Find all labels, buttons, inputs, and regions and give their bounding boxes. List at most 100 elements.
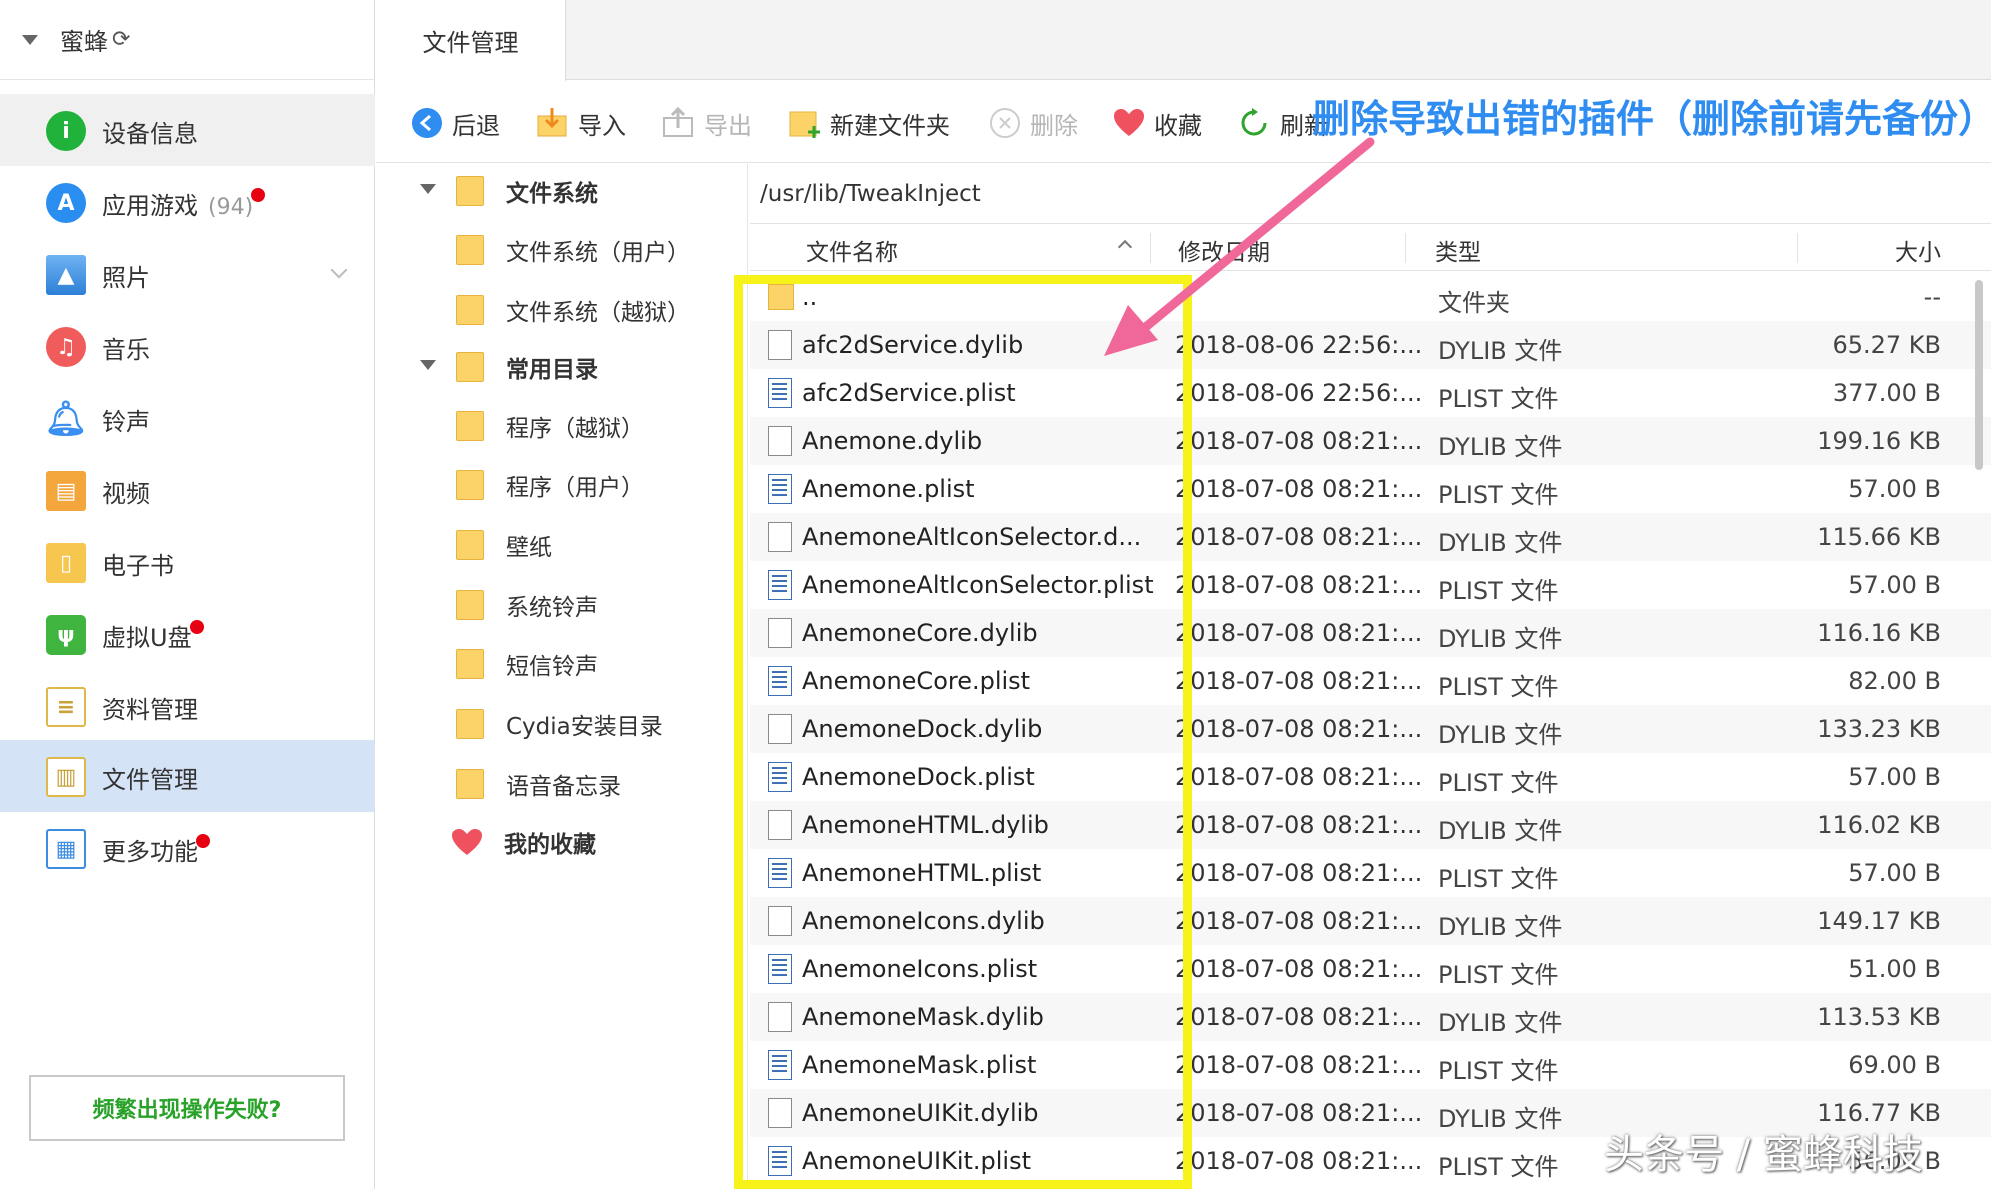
sidebar-item-ringtones[interactable]: 🔔︎ 铃声 bbox=[0, 382, 375, 454]
expand-caret-icon[interactable] bbox=[420, 184, 436, 194]
sidebar-item-label: 电子书 bbox=[102, 552, 174, 580]
file-size: 51.00 B bbox=[1848, 955, 1941, 983]
path-bar[interactable]: /usr/lib/TweakInject bbox=[750, 164, 1991, 224]
file-size: 82.00 B bbox=[1848, 667, 1941, 695]
tree-label: 文件系统（用户） bbox=[506, 240, 690, 266]
file-type: DYLIB 文件 bbox=[1438, 529, 1563, 557]
file-type: DYLIB 文件 bbox=[1438, 817, 1563, 845]
folder-tree: 文件系统 文件系统（用户） 文件系统（越狱） 常用目录 程序（越狱） 程序（用户… bbox=[376, 164, 748, 1189]
tree-label: Cydia安装目录 bbox=[506, 714, 663, 740]
column-header-type[interactable]: 类型 bbox=[1435, 233, 1481, 267]
tree-item-wallpaper[interactable]: 壁纸 bbox=[456, 522, 552, 568]
file-modified: 2018-07-08 08:21:... bbox=[1175, 619, 1423, 647]
sidebar-item-label: 文件管理 bbox=[102, 766, 198, 794]
favorite-button[interactable]: 收藏 bbox=[1112, 103, 1202, 143]
sidebar-item-label: 虚拟U盘 bbox=[102, 624, 192, 652]
import-icon bbox=[536, 106, 570, 140]
chevron-down-icon[interactable] bbox=[330, 261, 348, 279]
favorite-label: 收藏 bbox=[1154, 111, 1202, 140]
import-button[interactable]: 导入 bbox=[536, 103, 626, 143]
tree-label: 程序（用户） bbox=[506, 475, 644, 501]
column-header-size[interactable]: 大小 bbox=[1895, 233, 1941, 267]
import-label: 导入 bbox=[578, 111, 626, 140]
notification-dot bbox=[189, 620, 204, 634]
collapse-caret-icon[interactable] bbox=[22, 34, 38, 45]
file-modified: 2018-07-08 08:21:... bbox=[1175, 667, 1423, 695]
file-modified: 2018-07-08 08:21:... bbox=[1175, 571, 1423, 599]
column-divider[interactable] bbox=[1150, 233, 1151, 263]
sidebar-item-video[interactable]: ▤ 视频 bbox=[0, 454, 375, 526]
tree-item-fs-user[interactable]: 文件系统（用户） bbox=[456, 227, 690, 273]
sidebar-item-ebooks[interactable]: ▯ 电子书 bbox=[0, 526, 375, 598]
column-header-modified[interactable]: 修改日期 bbox=[1178, 233, 1270, 267]
file-type: PLIST 文件 bbox=[1438, 577, 1559, 605]
tree-item-apps-jailbreak[interactable]: 程序（越狱） bbox=[456, 403, 644, 449]
file-modified: 2018-07-08 08:21:... bbox=[1175, 1147, 1423, 1175]
sync-icon[interactable]: ⟳ bbox=[112, 27, 130, 52]
sidebar-item-label: 铃声 bbox=[102, 408, 150, 436]
file-size: 133.23 KB bbox=[1817, 715, 1941, 743]
tree-label: 文件系统 bbox=[506, 181, 598, 207]
sidebar: 蜜蜂 ⟳ i 设备信息 A 应用游戏 (94) ▲ 照片 ♫ 音乐 🔔︎ 铃声 ▤… bbox=[0, 0, 375, 1189]
sidebar-item-file-manager[interactable]: ▥ 文件管理 bbox=[0, 740, 375, 812]
tree-item-apps-user[interactable]: 程序（用户） bbox=[456, 462, 644, 508]
highlight-box bbox=[734, 275, 1192, 1189]
app-store-icon: A bbox=[46, 183, 86, 223]
sidebar-item-device-info[interactable]: i 设备信息 bbox=[0, 94, 375, 166]
file-modified: 2018-08-06 22:56:... bbox=[1175, 379, 1423, 407]
vertical-scrollbar[interactable] bbox=[1975, 280, 1983, 470]
column-divider[interactable] bbox=[1797, 233, 1798, 263]
sidebar-item-label: 音乐 bbox=[102, 336, 150, 364]
notification-dot bbox=[196, 834, 210, 848]
sidebar-item-music[interactable]: ♫ 音乐 bbox=[0, 310, 375, 382]
refresh-icon bbox=[1238, 106, 1272, 140]
file-size: -- bbox=[1923, 283, 1941, 311]
tree-item-cydia-dir[interactable]: Cydia安装目录 bbox=[456, 701, 663, 747]
file-type: PLIST 文件 bbox=[1438, 1057, 1559, 1085]
export-icon bbox=[662, 106, 696, 140]
new-folder-icon bbox=[788, 106, 822, 140]
column-header-name[interactable]: 文件名称 bbox=[806, 233, 898, 267]
current-path: /usr/lib/TweakInject bbox=[760, 180, 981, 207]
folder-icon bbox=[456, 530, 484, 560]
export-label: 导出 bbox=[704, 111, 752, 140]
sidebar-item-more[interactable]: ▦ 更多功能 bbox=[0, 812, 375, 884]
expand-caret-icon[interactable] bbox=[420, 360, 436, 370]
tree-item-sms-ringtones[interactable]: 短信铃声 bbox=[456, 641, 598, 687]
sidebar-item-usb[interactable]: ψ 虚拟U盘 bbox=[0, 598, 375, 670]
folder-icon bbox=[456, 411, 484, 441]
device-header[interactable]: 蜜蜂 ⟳ bbox=[0, 0, 374, 80]
sidebar-item-contacts[interactable]: ≡ 资料管理 bbox=[0, 670, 375, 742]
tree-item-fs-jailbreak[interactable]: 文件系统（越狱） bbox=[456, 287, 690, 333]
sidebar-item-apps[interactable]: A 应用游戏 (94) bbox=[0, 166, 375, 238]
tree-item-favorites[interactable]: 我的收藏 bbox=[450, 819, 596, 865]
export-button[interactable]: 导出 bbox=[662, 103, 752, 143]
folder-icon bbox=[456, 590, 484, 620]
delete-button[interactable]: 删除 bbox=[988, 103, 1078, 143]
tree-item-system-ringtones[interactable]: 系统铃声 bbox=[456, 582, 598, 628]
tree-item-file-system[interactable]: 文件系统 bbox=[456, 168, 598, 214]
file-modified: 2018-07-08 08:21:... bbox=[1175, 955, 1423, 983]
tree-label: 文件系统（越狱） bbox=[506, 300, 690, 326]
file-type: DYLIB 文件 bbox=[1438, 625, 1563, 653]
tab-file-manager[interactable]: 文件管理 bbox=[376, 0, 566, 81]
tree-label: 常用目录 bbox=[506, 357, 598, 383]
sort-ascending-icon[interactable] bbox=[1117, 239, 1133, 255]
file-type: PLIST 文件 bbox=[1438, 673, 1559, 701]
delete-icon bbox=[988, 106, 1022, 140]
file-modified: 2018-07-08 08:21:... bbox=[1175, 1051, 1423, 1079]
watermark-text: 头条号 / 蜜蜂科技 bbox=[1604, 1132, 1923, 1178]
back-button[interactable]: 后退 bbox=[410, 103, 500, 143]
music-icon: ♫ bbox=[46, 327, 86, 367]
folder-icon bbox=[456, 649, 484, 679]
video-icon: ▤ bbox=[46, 471, 86, 511]
file-type: PLIST 文件 bbox=[1438, 961, 1559, 989]
tree-item-voice-memos[interactable]: 语音备忘录 bbox=[456, 761, 621, 807]
file-type: PLIST 文件 bbox=[1438, 481, 1559, 509]
help-link-button[interactable]: 频繁出现操作失败? bbox=[29, 1075, 345, 1141]
column-divider[interactable] bbox=[1405, 233, 1406, 263]
sidebar-item-photos[interactable]: ▲ 照片 bbox=[0, 238, 375, 310]
tree-item-common-dirs[interactable]: 常用目录 bbox=[456, 344, 598, 390]
new-folder-button[interactable]: 新建文件夹 bbox=[788, 103, 950, 143]
file-type: DYLIB 文件 bbox=[1438, 433, 1563, 461]
